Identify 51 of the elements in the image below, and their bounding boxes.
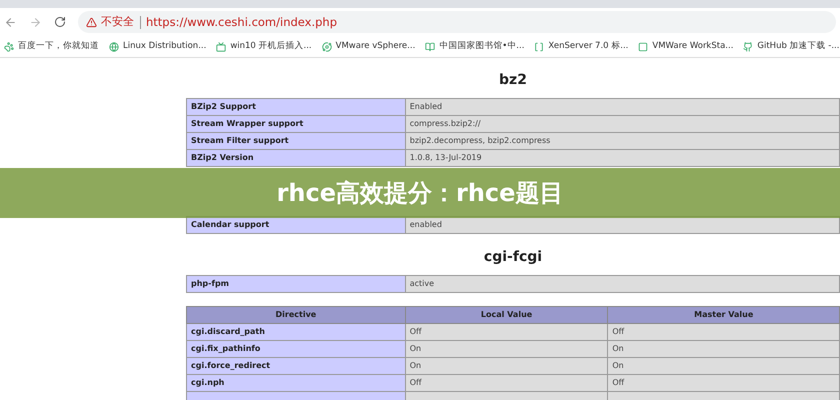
bookmark[interactable]: VMware vSphere...	[322, 40, 416, 53]
row-label-cell: cgi.fix_pathinfo	[186, 340, 406, 358]
row-label-cell: php-fpm	[186, 276, 406, 292]
bookmark[interactable]: XenServer 7.0 标...	[534, 40, 628, 53]
row-label-cell: BZip2 Support	[186, 98, 406, 116]
security-warning: 不安全	[101, 14, 134, 30]
tv-icon	[216, 42, 226, 52]
book-icon	[425, 42, 436, 52]
bookmark[interactable]: win10 开机后插入...	[216, 40, 312, 53]
value-cell: On	[405, 358, 608, 374]
row-label-cell: Stream Wrapper support	[186, 116, 406, 132]
reload-icon[interactable]	[54, 16, 66, 28]
column-header: Local Value	[405, 306, 608, 324]
bookmark[interactable]: GitHub 加速下载 -...	[743, 40, 840, 53]
github-icon	[743, 42, 754, 52]
value-cell: active	[405, 276, 840, 292]
value-cell: Off	[608, 374, 840, 392]
row-label-cell: Stream Filter support	[186, 132, 406, 150]
back-icon[interactable]	[4, 16, 17, 28]
row-label-cell: BZip2 Version	[186, 150, 406, 166]
value-cell: compress.bzip2://	[405, 116, 840, 132]
orbit-icon	[322, 42, 332, 52]
square-icon	[638, 42, 648, 52]
value-cell: Enabled	[405, 98, 840, 116]
value-cell: 1.0.8, 13-Jul-2019	[405, 150, 840, 166]
paw-icon	[4, 42, 14, 52]
value-cell: On	[405, 340, 608, 358]
value-cell: Off	[405, 374, 608, 392]
banner-title: rhce高效提分：rhce题目	[276, 178, 564, 209]
warning-icon	[86, 16, 97, 28]
section-heading: cgi-fcgi	[482, 248, 544, 267]
section-heading: bz2	[498, 71, 528, 90]
value-cell: Off	[405, 324, 608, 340]
globe-icon	[109, 42, 119, 52]
column-header: Directive	[186, 306, 406, 324]
value-cell: On	[608, 358, 840, 374]
bookmark[interactable]: VMWare WorkSta...	[638, 40, 734, 53]
address-field[interactable]: 不安全 https://www.ceshi.com/index.php	[78, 11, 836, 33]
row-label-cell: cgi.nph	[186, 374, 406, 392]
row-label-cell: cgi.discard_path	[186, 324, 406, 340]
bracket-icon	[534, 42, 544, 52]
column-header: Master Value	[608, 306, 840, 324]
bookmark[interactable]: 百度一下，你就知道	[4, 40, 99, 53]
value-cell: Off	[608, 324, 840, 340]
row-label-cell: cgi.force_redirect	[186, 358, 406, 374]
bookmark[interactable]: Linux Distribution...	[109, 40, 206, 53]
bookmark[interactable]: 中国国家图书馆•中...	[425, 40, 524, 53]
value-cell: On	[608, 340, 840, 358]
value-cell: bzip2.decompress, bzip2.compress	[405, 132, 840, 150]
url-text: https://www.ceshi.com/index.php	[140, 16, 338, 28]
forward-icon[interactable]	[29, 16, 42, 28]
